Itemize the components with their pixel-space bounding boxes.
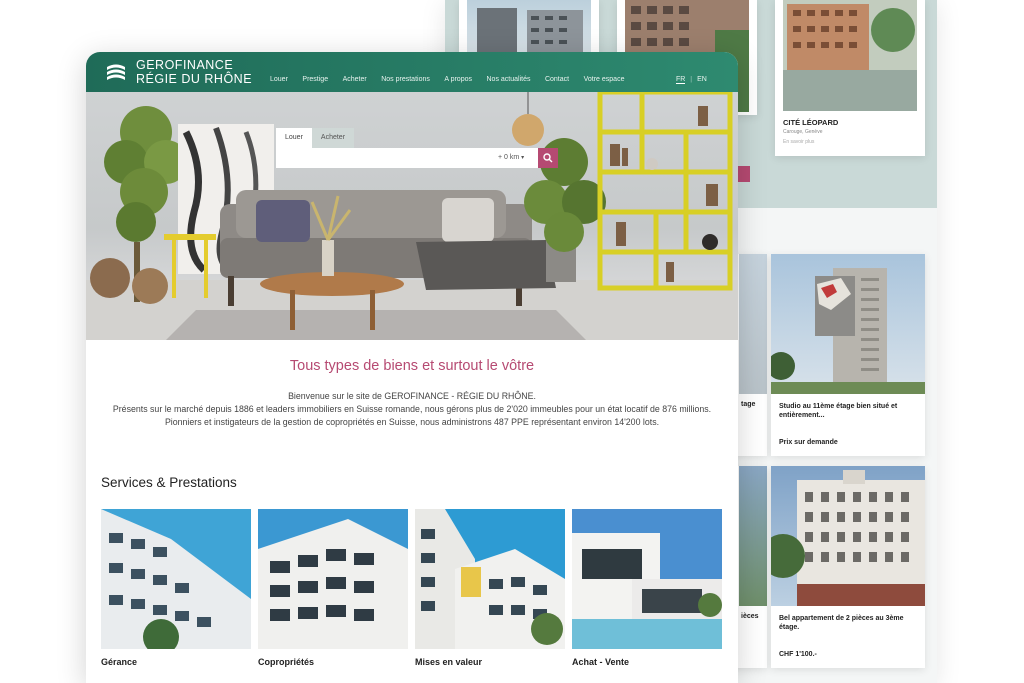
listing-card-2-pieces[interactable]: Bel appartement de 2 pièces au 3ème étag… <box>771 466 925 668</box>
listing-price: CHF 1'100.- <box>779 651 817 658</box>
listing-title: Studio au 11ème étage bien situé et enti… <box>779 403 898 419</box>
nav-acheter[interactable]: Acheter <box>343 76 367 83</box>
service-card-gerance[interactable]: Gérance <box>101 509 251 667</box>
featured-arrow-button[interactable] <box>738 166 750 182</box>
building-photo <box>101 509 251 649</box>
service-label: Achat - Vente <box>572 657 630 667</box>
main-nav: Louer Prestige Acheter Nos prestations A… <box>270 76 639 83</box>
service-card-achat-vente[interactable]: Achat - Vente <box>572 509 722 667</box>
project-location: Carouge, Genève <box>783 129 823 135</box>
page-title: Tous types de biens et surtout le vôtre <box>289 358 535 374</box>
living-room-photo <box>86 92 738 340</box>
listing-image <box>771 466 925 606</box>
tab-louer[interactable]: Louer <box>276 128 312 148</box>
service-image <box>258 509 408 649</box>
service-image <box>415 509 565 649</box>
search-bar: + 0 km ▾ <box>276 148 538 168</box>
haussmann-building-illustration <box>771 470 925 606</box>
chevron-down-icon: ▾ <box>521 155 525 161</box>
listing-title-partial: tage <box>741 401 756 408</box>
logo-icon[interactable] <box>104 60 128 84</box>
radius-value: + 0 km <box>498 154 520 161</box>
listing-image <box>739 254 767 394</box>
project-title: CITÉ LÉOPARD <box>783 118 839 127</box>
project-more-link[interactable]: En savoir plus <box>783 139 814 145</box>
building-illustration <box>477 8 583 54</box>
lang-en[interactable]: EN <box>697 76 707 83</box>
location-search-input[interactable] <box>282 151 492 165</box>
homepage-window: GEROFINANCE RÉGIE DU RHÔNE Louer Prestig… <box>86 52 738 683</box>
project-card-1[interactable] <box>459 0 599 54</box>
language-switcher: FR | EN <box>676 76 707 84</box>
nav-contact[interactable]: Contact <box>545 76 569 83</box>
intro-description: Présents sur le marché depuis 1886 et le… <box>112 404 712 427</box>
nav-votre-espace[interactable]: Votre espace <box>584 76 625 83</box>
nav-nos-prestations[interactable]: Nos prestations <box>381 76 430 83</box>
building-photo <box>415 509 565 649</box>
tower-illustration <box>771 268 925 394</box>
service-label: Copropriétés <box>258 657 315 667</box>
nav-prestige[interactable]: Prestige <box>302 76 328 83</box>
brand-subname[interactable]: RÉGIE DU RHÔNE <box>136 72 252 86</box>
villa-photo <box>572 509 722 649</box>
radius-select[interactable]: + 0 km ▾ <box>498 154 524 161</box>
project-image <box>783 0 917 111</box>
search-tabs: Louer Acheter <box>276 128 355 148</box>
nav-louer[interactable]: Louer <box>270 76 288 83</box>
listing-price: Prix sur demande <box>779 439 838 446</box>
search-button[interactable] <box>538 148 558 168</box>
intro-welcome: Bienvenue sur le site de GEROFINANCE - R… <box>288 391 536 401</box>
search-icon <box>543 153 553 163</box>
tab-acheter[interactable]: Acheter <box>311 128 355 148</box>
listing-title: Bel appartement de 2 pièces au 3ème étag… <box>779 615 904 631</box>
service-image <box>101 509 251 649</box>
screenshot-stage: CITÉ LÉOPARD Carouge, Genève En savoir p… <box>0 0 1024 683</box>
brand-name[interactable]: GEROFINANCE <box>136 58 233 72</box>
service-card-coproprietes[interactable]: Copropriétés <box>258 509 408 667</box>
service-label: Mises en valeur <box>415 657 483 667</box>
lang-separator: | <box>690 76 693 83</box>
nav-nos-actualites[interactable]: Nos actualités <box>487 76 531 83</box>
intro-text: Bienvenue sur le site de GEROFINANCE - R… <box>98 390 726 429</box>
project-card-cite-leopard[interactable]: CITÉ LÉOPARD Carouge, Genève En savoir p… <box>775 0 925 156</box>
building-photo <box>258 509 408 649</box>
hero-banner: Louer Acheter + 0 km ▾ <box>86 92 738 340</box>
nav-a-propos[interactable]: A propos <box>444 76 472 83</box>
listing-card-studio[interactable]: Studio au 11ème étage bien situé et enti… <box>771 254 925 456</box>
listing-image <box>771 254 925 394</box>
site-header: GEROFINANCE RÉGIE DU RHÔNE Louer Prestig… <box>86 52 738 92</box>
service-label: Gérance <box>101 657 138 667</box>
services-heading: Services & Prestations <box>101 475 237 490</box>
building-illustration <box>783 0 917 111</box>
project-image <box>467 0 591 54</box>
lang-fr[interactable]: FR <box>676 76 686 84</box>
service-card-mises-en-valeur[interactable]: Mises en valeur <box>415 509 565 667</box>
listing-title-partial: ièces <box>741 613 759 620</box>
listing-image <box>739 466 767 606</box>
service-image <box>572 509 722 649</box>
